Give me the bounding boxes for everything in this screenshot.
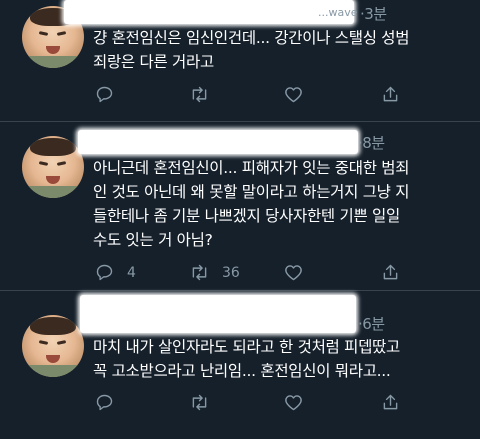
like-button[interactable] [283, 84, 316, 105]
heart-icon [285, 395, 302, 411]
tweet-text-line: 수도 잇는 거 아님? [93, 231, 213, 249]
share-icon [383, 394, 398, 410]
retweet-button[interactable]: 36 [189, 262, 240, 283]
reply-count: 4 [127, 264, 136, 281]
avatar[interactable] [22, 315, 84, 377]
tweet-1[interactable]: ...wave ·3분 걍 혼전임신은 임신인건데... 강간이나 스탤싱 성범… [0, 0, 480, 120]
tweet-time[interactable]: ·8분 [358, 132, 385, 153]
retweet-button[interactable] [189, 392, 222, 413]
retweet-icon [192, 86, 207, 103]
retweet-icon [192, 394, 207, 411]
tweet-time[interactable]: ·6분 [358, 313, 385, 334]
handle-fragment: ...wave [318, 6, 358, 19]
redacted-username [80, 295, 356, 333]
tweet-text-line: 꼭 고소받으라고 난리임... 혼전임신이 뭐라고... [93, 362, 391, 380]
reply-icon [96, 86, 113, 103]
like-button[interactable] [283, 392, 316, 413]
reply-button[interactable] [94, 84, 127, 105]
tweet-text: 아니근데 혼전임신이... 피해자가 잇는 중대한 범죄 인 것도 아닌데 왜 … [93, 156, 463, 252]
redacted-username [78, 130, 358, 154]
tweet-text-line: 마치 내가 살인자라도 되라고 한 것처럼 피뎁땄고 [93, 338, 400, 356]
reply-button[interactable] [94, 392, 127, 413]
heart-icon [285, 87, 302, 103]
tweet-2[interactable]: ·8분 아니근데 혼전임신이... 피해자가 잇는 중대한 범죄 인 것도 아닌… [0, 122, 480, 290]
redacted-username [64, 0, 354, 24]
retweet-count: 36 [222, 264, 240, 281]
share-button[interactable] [380, 392, 401, 413]
heart-icon [285, 265, 302, 281]
share-icon [383, 86, 398, 102]
reply-icon [96, 394, 113, 411]
share-button[interactable] [380, 84, 401, 105]
retweet-icon [192, 264, 207, 281]
tweet-text: 마치 내가 살인자라도 되라고 한 것처럼 피뎁땄고 꼭 고소받으라고 난리임.… [93, 335, 463, 383]
tweet-text-line: 죄랑은 다른 거라고 [93, 53, 214, 71]
tweet-text: 걍 혼전임신은 임신인건데... 강간이나 스탤싱 성범 죄랑은 다른 거라고 [93, 26, 463, 74]
tweet-time[interactable]: ·3분 [360, 3, 387, 24]
tweet-text-line: 인 것도 아닌데 왜 못할 말이라고 하는거지 그냥 지 [93, 183, 410, 201]
reply-icon [96, 264, 113, 281]
share-icon [383, 264, 398, 280]
tweet-3[interactable]: ·6분 마치 내가 살인자라도 되라고 한 것처럼 피뎁땄고 꼭 고소받으라고 … [0, 291, 480, 439]
tweet-text-line: 걍 혼전임신은 임신인건데... 강간이나 스탤싱 성범 [93, 29, 410, 47]
avatar[interactable] [22, 136, 84, 198]
tweet-text-line: 들한테나 좀 기분 나쁘겠지 당사자한텐 기쁜 일일 [93, 207, 400, 225]
share-button[interactable] [380, 262, 401, 283]
tweet-text-line: 아니근데 혼전임신이... 피해자가 잇는 중대한 범죄 [93, 159, 410, 177]
reply-button[interactable]: 4 [94, 262, 136, 283]
retweet-button[interactable] [189, 84, 222, 105]
like-button[interactable] [283, 262, 316, 283]
